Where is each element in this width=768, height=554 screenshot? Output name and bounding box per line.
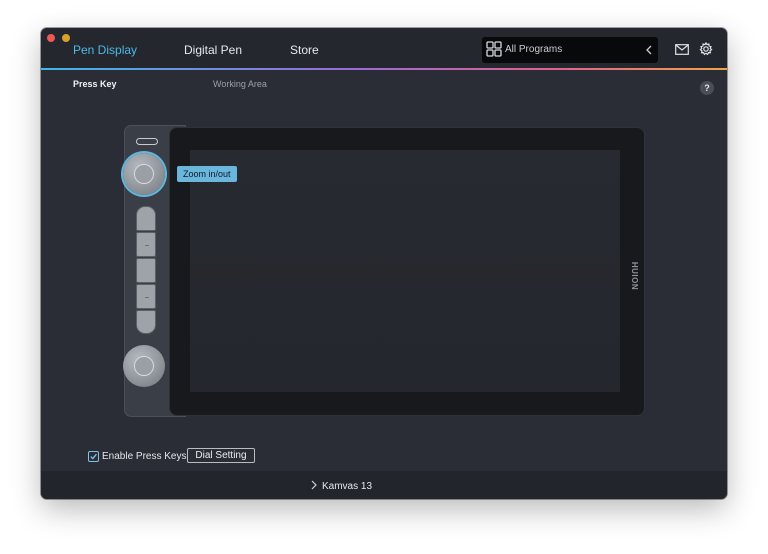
display-area (190, 150, 620, 392)
dial-top-center[interactable] (134, 164, 154, 184)
checkmark-icon (90, 453, 97, 460)
footer-bar: Kamvas 13 (41, 471, 727, 499)
program-select[interactable]: All Programs (482, 37, 658, 63)
gear-icon[interactable] (699, 42, 713, 56)
key-function-tooltip[interactable]: Zoom in/out (177, 166, 237, 182)
mail-icon[interactable] (675, 44, 689, 55)
dial-bottom-center[interactable] (134, 356, 154, 376)
subtab-working-area[interactable]: Working Area (213, 79, 267, 89)
help-icon[interactable]: ? (700, 81, 714, 95)
dial-setting-button[interactable]: Dial Setting (187, 448, 255, 463)
accent-divider (41, 68, 727, 70)
key-tick (145, 245, 149, 246)
dial-top[interactable] (123, 153, 165, 195)
enable-press-keys-label[interactable]: Enable Press Keys (102, 451, 187, 462)
press-key-stack (136, 206, 156, 334)
close-window-icon[interactable] (47, 34, 55, 42)
chevron-left-icon[interactable] (644, 43, 654, 57)
press-key-4[interactable] (136, 284, 156, 309)
app-window: Pen Display Digital Pen Store All Progra… (41, 28, 727, 499)
subtab-press-key[interactable]: Press Key (73, 79, 117, 89)
minimize-window-icon[interactable] (62, 34, 70, 42)
device-name[interactable]: Kamvas 13 (322, 481, 372, 492)
enable-press-keys-checkbox[interactable] (88, 451, 99, 462)
chevron-right-icon[interactable] (311, 480, 317, 490)
program-select-label: All Programs (505, 44, 563, 55)
press-key-5[interactable] (136, 310, 156, 334)
title-bar: Pen Display Digital Pen Store All Progra… (41, 28, 727, 68)
press-key-2[interactable] (136, 232, 156, 257)
press-key-1[interactable] (136, 206, 156, 231)
top-bar-key[interactable] (136, 138, 158, 145)
press-key-3[interactable] (136, 258, 156, 283)
tab-pen-display[interactable]: Pen Display (73, 43, 137, 57)
key-tick (145, 297, 149, 298)
dial-bottom[interactable] (123, 345, 165, 387)
huion-logo: HUION (630, 262, 639, 290)
tab-store[interactable]: Store (290, 43, 319, 57)
tab-digital-pen[interactable]: Digital Pen (184, 43, 242, 57)
svg-text:HUION: HUION (630, 262, 639, 290)
grid-icon (486, 41, 502, 57)
